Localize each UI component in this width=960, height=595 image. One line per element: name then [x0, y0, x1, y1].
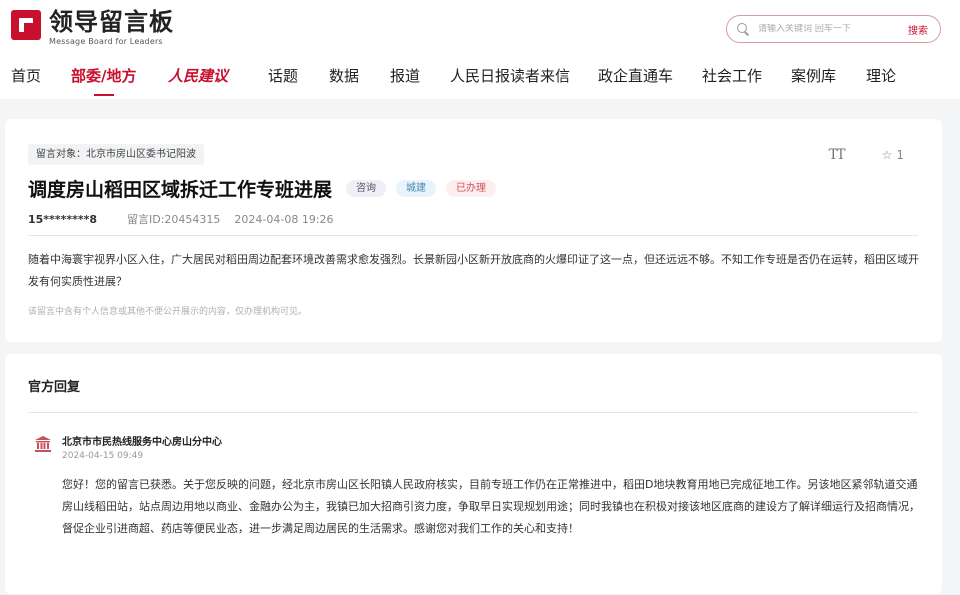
nav-item-theory[interactable]: 理论	[866, 64, 896, 88]
favorite-button[interactable]: ☆ 1	[882, 148, 904, 162]
nav-item-case-library[interactable]: 案例库	[791, 64, 836, 88]
message-meta: 15********8 留言ID:20454315 2024-04-08 19:…	[28, 211, 334, 227]
nav-item-enterprise-express[interactable]: 政企直通车	[598, 64, 673, 88]
search-box: 搜索	[726, 15, 941, 43]
message-time: 2024-04-08 19:26	[234, 212, 334, 226]
divider	[28, 412, 918, 413]
reply-body: 您好！您的留言已获悉。关于您反映的问题，经北京市房山区长阳镇人民政府核实，目前专…	[62, 478, 920, 535]
main-nav: 首页 部委/地方 人民建议 话题 数据 报道 人民日报读者来信 政企直通车 社会…	[0, 64, 960, 96]
status-badge: 已办理	[446, 180, 497, 197]
message-title: 调度房山稻田区域拆迁工作专班进展	[28, 179, 333, 201]
reply-heading: 官方回复	[28, 380, 81, 395]
privacy-note: 该留言中含有个人信息或其他不便公开展示的内容，仅办理机构可见。	[28, 307, 308, 317]
search-icon	[737, 23, 749, 35]
logo-subtitle: Message Board for Leaders	[49, 37, 163, 46]
title-row: 调度房山稻田区域拆迁工作专班进展 咨询 城建 已办理	[28, 175, 497, 202]
message-body: 随着中海寰宇视界小区入住，广大居民对稻田周边配套环境改善需求愈发强烈。长景新园小…	[28, 253, 919, 288]
divider	[28, 235, 918, 236]
font-size-icon[interactable]: TT	[829, 147, 846, 163]
logo-mark-icon	[11, 8, 43, 42]
logo-title: 领导留言板	[49, 8, 174, 36]
government-building-icon	[35, 436, 51, 452]
favorite-count: 1	[896, 148, 904, 162]
star-icon: ☆	[881, 148, 893, 162]
tag-urban-construction: 城建	[396, 180, 437, 197]
nav-item-social-work[interactable]: 社会工作	[702, 64, 762, 88]
nav-item-home[interactable]: 首页	[11, 64, 41, 88]
message-target: 留言对象：北京市房山区委书记阳波	[28, 144, 204, 165]
nav-item-people-suggestions[interactable]: 人民建议	[168, 64, 228, 88]
nav-item-reports[interactable]: 报道	[390, 64, 420, 88]
nav-item-topics[interactable]: 话题	[268, 64, 298, 88]
site-header: 领导留言板 Message Board for Leaders 搜索 首页 部委…	[0, 0, 960, 99]
tag-consult: 咨询	[346, 180, 387, 197]
reply-org-name: 北京市市民热线服务中心房山分中心	[62, 437, 222, 448]
message-id: 留言ID:20454315	[126, 213, 221, 226]
search-button[interactable]: 搜索	[908, 22, 928, 37]
site-logo[interactable]: 领导留言板 Message Board for Leaders	[11, 8, 174, 47]
nav-item-data[interactable]: 数据	[329, 64, 359, 88]
message-user: 15********8	[28, 212, 97, 226]
message-tools: TT ☆ 1	[829, 147, 904, 163]
nav-item-ministries-local[interactable]: 部委/地方	[71, 64, 136, 96]
reply-card: 官方回复 北京市市民热线服务中心房山分中心 2024-04-15 09:49 您…	[5, 354, 942, 594]
reply-time: 2024-04-15 09:49	[62, 451, 144, 461]
message-card: 留言对象：北京市房山区委书记阳波 TT ☆ 1 调度房山稻田区域拆迁工作专班进展…	[5, 119, 942, 342]
nav-item-reader-letters[interactable]: 人民日报读者来信	[450, 64, 570, 88]
search-input[interactable]	[758, 24, 888, 34]
